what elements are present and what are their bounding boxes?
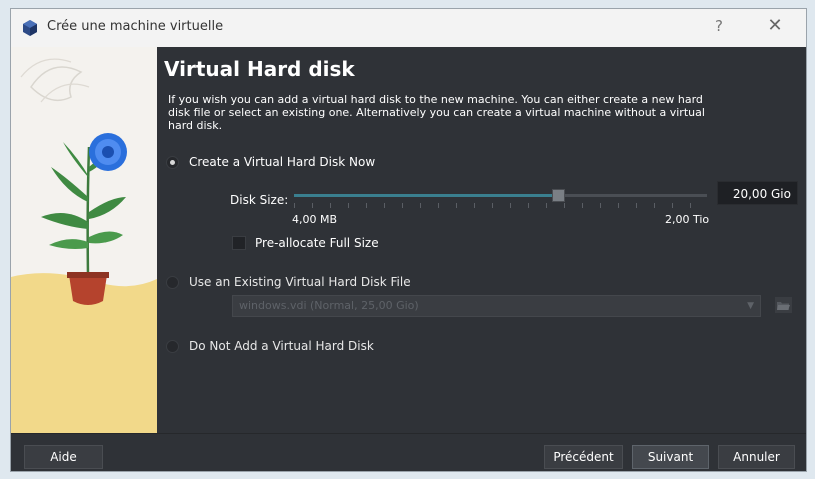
- help-icon[interactable]: ?: [709, 17, 729, 35]
- help-button[interactable]: Aide: [24, 445, 103, 469]
- preallocate-checkbox[interactable]: [232, 236, 246, 250]
- option-no-disk[interactable]: Do Not Add a Virtual Hard Disk: [166, 337, 374, 355]
- virtualbox-app-icon: [23, 20, 37, 36]
- slider-ticks: [294, 203, 707, 208]
- title-bar: Crée une machine virtuelle ? ✕: [11, 9, 806, 47]
- existing-disk-select[interactable]: windows.vdi (Normal, 25,00 Gio) ▼: [232, 295, 761, 317]
- existing-disk-value: windows.vdi (Normal, 25,00 Gio): [239, 299, 419, 312]
- disk-size-slider[interactable]: [294, 189, 707, 209]
- option-use-existing-label: Use an Existing Virtual Hard Disk File: [189, 275, 411, 289]
- option-create-now-label: Create a Virtual Hard Disk Now: [189, 155, 376, 169]
- chevron-down-icon: ▼: [747, 301, 754, 311]
- slider-min-label: 4,00 MB: [292, 213, 338, 226]
- page-description: If you wish you can add a virtual hard d…: [168, 93, 705, 132]
- wizard-footer: Aide Précédent Suivant Annuler: [11, 433, 806, 471]
- disk-size-field[interactable]: 20,00 Gio: [717, 181, 798, 205]
- close-icon[interactable]: ✕: [763, 15, 787, 36]
- wizard-content: Virtual Hard disk If you wish you can ad…: [157, 47, 806, 433]
- cancel-button[interactable]: Annuler: [718, 445, 795, 469]
- slider-max-label: 2,00 Tio: [665, 213, 710, 226]
- option-create-now[interactable]: Create a Virtual Hard Disk Now: [166, 153, 375, 171]
- slider-handle[interactable]: [552, 189, 565, 202]
- option-use-existing[interactable]: Use an Existing Virtual Hard Disk File: [166, 273, 411, 291]
- wizard-illustration: [11, 47, 157, 433]
- back-button[interactable]: Précédent: [544, 445, 623, 469]
- folder-open-icon[interactable]: [774, 296, 793, 314]
- option-no-disk-label: Do Not Add a Virtual Hard Disk: [189, 339, 374, 353]
- next-button[interactable]: Suivant: [632, 445, 709, 469]
- page-title: Virtual Hard disk: [164, 57, 355, 81]
- window-title: Crée une machine virtuelle: [47, 19, 224, 34]
- radio-no-disk[interactable]: [166, 339, 179, 353]
- radio-use-existing[interactable]: [166, 275, 179, 289]
- preallocate-label: Pre-allocate Full Size: [255, 236, 379, 250]
- preallocate-option[interactable]: Pre-allocate Full Size: [232, 236, 379, 250]
- slider-fill: [294, 194, 558, 197]
- disk-size-label: Disk Size:: [230, 193, 289, 207]
- plant-illustration: [11, 47, 157, 433]
- radio-create-now[interactable]: [166, 155, 179, 169]
- wizard-dialog: Crée une machine virtuelle ? ✕ Virtual H…: [10, 8, 807, 472]
